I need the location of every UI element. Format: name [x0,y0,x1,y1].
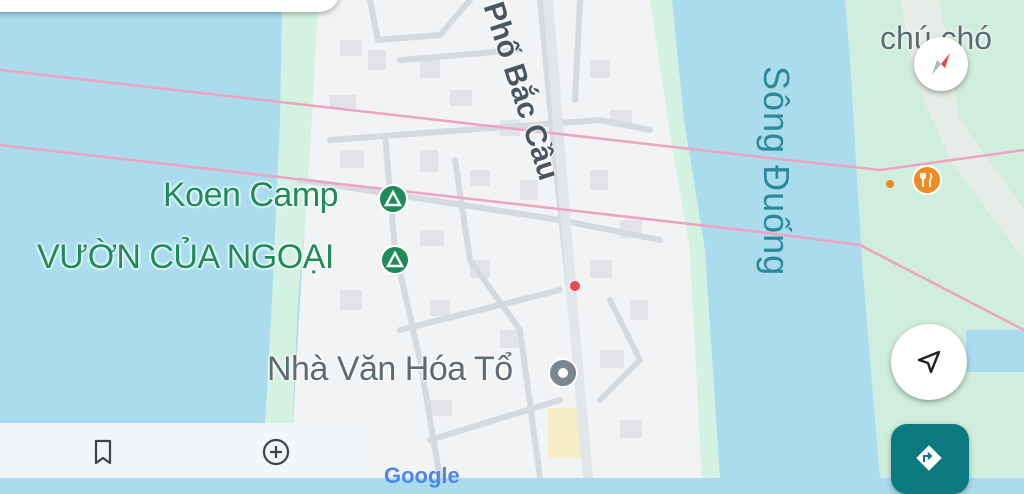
my-location-button[interactable] [891,324,967,400]
add-circle-icon[interactable] [261,437,291,467]
landmark-pin-icon[interactable] [548,358,578,388]
small-pond [966,330,1024,372]
bookmark-icon[interactable] [90,438,116,466]
search-bar[interactable] [0,0,340,12]
vuon-cua-ngoai-label[interactable]: VƯỜN CỦA NGOẠI [37,238,334,277]
bottom-navigation [0,423,362,478]
restaurant-icon[interactable] [912,165,942,195]
compass-button[interactable] [914,37,968,91]
directions-icon [916,445,942,471]
compass-icon [932,53,950,75]
campground-icon[interactable] [380,245,410,275]
koen-camp-label[interactable]: Koen Camp [163,176,339,215]
song-duong-label: Sông Đuống [756,66,797,277]
directions-button[interactable] [891,424,969,494]
orange-poi-dot [886,180,894,188]
nha-van-hoa-label[interactable]: Nhà Văn Hóa Tổ [267,350,513,389]
red-location-dot [570,281,580,291]
navigation-arrow-icon [917,350,941,374]
campground-icon[interactable] [378,184,408,214]
google-logo: Google [384,463,460,488]
